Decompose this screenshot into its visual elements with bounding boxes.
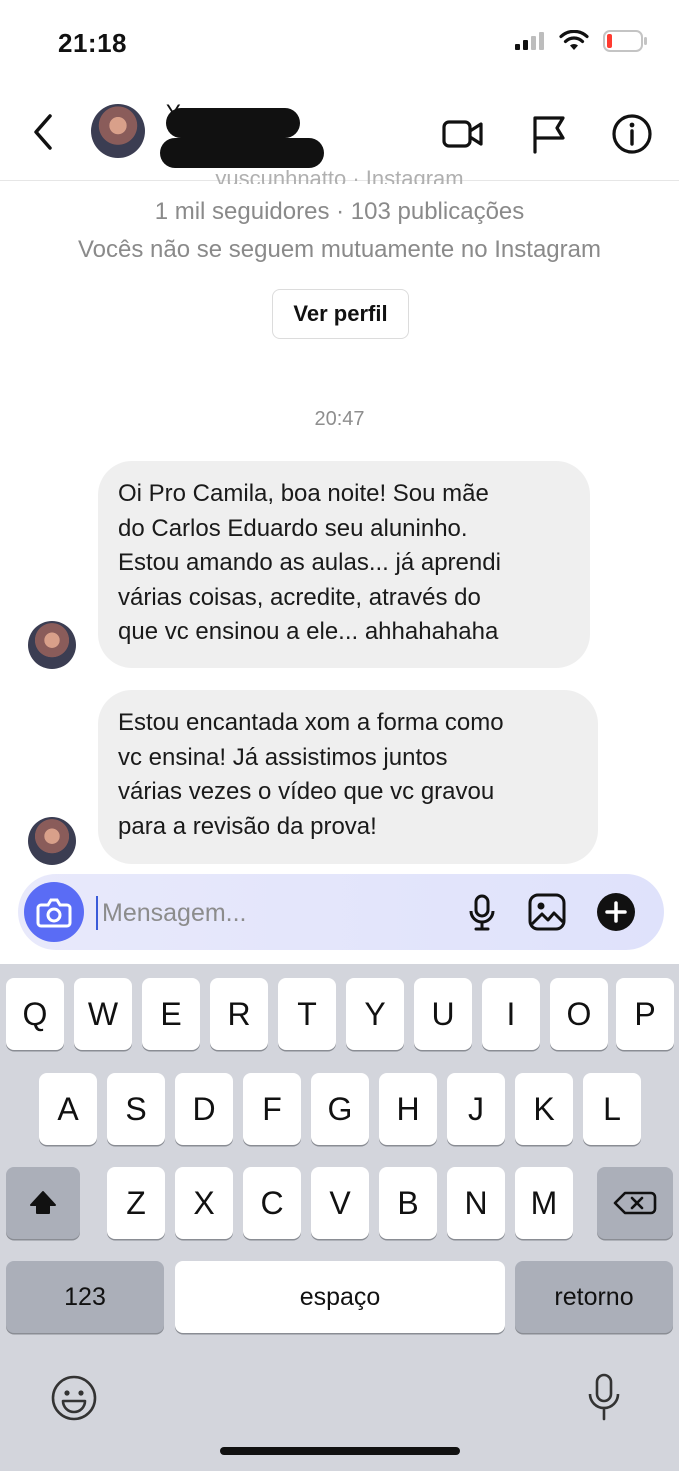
backspace-key[interactable] bbox=[597, 1167, 673, 1239]
shift-key[interactable] bbox=[6, 1167, 80, 1239]
key-a[interactable]: A bbox=[39, 1073, 97, 1145]
key-u[interactable]: U bbox=[414, 978, 472, 1050]
key-i[interactable]: I bbox=[482, 978, 540, 1050]
gallery-icon[interactable] bbox=[527, 892, 567, 932]
add-icon[interactable] bbox=[596, 892, 636, 932]
backspace-icon bbox=[613, 1191, 657, 1215]
wifi-icon bbox=[559, 30, 589, 50]
key-v[interactable]: V bbox=[311, 1167, 369, 1239]
battery-icon bbox=[603, 30, 647, 52]
dictation-icon[interactable] bbox=[584, 1372, 624, 1424]
sender-avatar[interactable] bbox=[28, 817, 76, 865]
return-key[interactable]: retorno bbox=[515, 1261, 673, 1333]
message-bubble[interactable]: Estou encantada xom a forma como vc ensi… bbox=[98, 690, 598, 864]
status-icons bbox=[515, 30, 649, 52]
profile-username-line: yuscunhnatto · Instagram bbox=[215, 166, 464, 184]
key-g[interactable]: G bbox=[311, 1073, 369, 1145]
space-key[interactable]: espaço bbox=[175, 1261, 505, 1333]
cellular-signal-icon bbox=[515, 32, 544, 50]
key-e[interactable]: E bbox=[142, 978, 200, 1050]
key-n[interactable]: N bbox=[447, 1167, 505, 1239]
text-cursor bbox=[96, 896, 98, 930]
message-composer bbox=[18, 874, 664, 950]
key-q[interactable]: Q bbox=[6, 978, 64, 1050]
shift-icon bbox=[30, 1191, 56, 1214]
back-icon[interactable] bbox=[26, 110, 62, 154]
redaction-bar bbox=[160, 138, 324, 168]
key-h[interactable]: H bbox=[379, 1073, 437, 1145]
key-f[interactable]: F bbox=[243, 1073, 301, 1145]
numbers-key[interactable]: 123 bbox=[6, 1261, 164, 1333]
view-profile-button[interactable]: Ver perfil bbox=[272, 289, 409, 339]
info-icon[interactable] bbox=[610, 112, 654, 156]
microphone-icon[interactable] bbox=[462, 892, 502, 932]
key-k[interactable]: K bbox=[515, 1073, 573, 1145]
key-b[interactable]: B bbox=[379, 1167, 437, 1239]
key-w[interactable]: W bbox=[74, 978, 132, 1050]
key-d[interactable]: D bbox=[175, 1073, 233, 1145]
key-r[interactable]: R bbox=[210, 978, 268, 1050]
redaction-bar bbox=[166, 108, 300, 138]
message-text: Oi Pro Camila, boa noite! Sou mãe do Car… bbox=[118, 480, 501, 645]
video-call-icon[interactable] bbox=[441, 112, 485, 156]
key-l[interactable]: L bbox=[583, 1073, 641, 1145]
key-s[interactable]: S bbox=[107, 1073, 165, 1145]
camera-button[interactable] bbox=[24, 882, 84, 942]
message-input[interactable] bbox=[100, 888, 464, 938]
key-y[interactable]: Y bbox=[346, 978, 404, 1050]
profile-followers: 1 mil seguidores · 103 publicações bbox=[154, 198, 525, 225]
home-indicator bbox=[220, 1447, 460, 1455]
flag-icon[interactable] bbox=[527, 112, 571, 156]
profile-mutual-status: Vocês não se seguem mutuamente no Instag… bbox=[78, 236, 601, 263]
key-x[interactable]: X bbox=[175, 1167, 233, 1239]
key-p[interactable]: P bbox=[616, 978, 674, 1050]
key-j[interactable]: J bbox=[447, 1073, 505, 1145]
message-timestamp: 20:47 bbox=[314, 408, 365, 430]
sender-avatar[interactable] bbox=[28, 621, 76, 669]
message-bubble[interactable]: Oi Pro Camila, boa noite! Sou mãe do Car… bbox=[98, 461, 590, 668]
key-c[interactable]: C bbox=[243, 1167, 301, 1239]
message-text: Estou encantada xom a forma como vc ensi… bbox=[118, 709, 504, 840]
key-m[interactable]: M bbox=[515, 1167, 573, 1239]
status-time: 21:18 bbox=[58, 28, 127, 58]
contact-avatar[interactable] bbox=[91, 104, 145, 158]
emoji-icon[interactable] bbox=[50, 1374, 98, 1422]
key-z[interactable]: Z bbox=[107, 1167, 165, 1239]
key-t[interactable]: T bbox=[278, 978, 336, 1050]
virtual-keyboard: Q W E R T Y U I O P A S D F G H J K L Z … bbox=[0, 964, 679, 1471]
key-o[interactable]: O bbox=[550, 978, 608, 1050]
camera-icon bbox=[36, 898, 72, 928]
